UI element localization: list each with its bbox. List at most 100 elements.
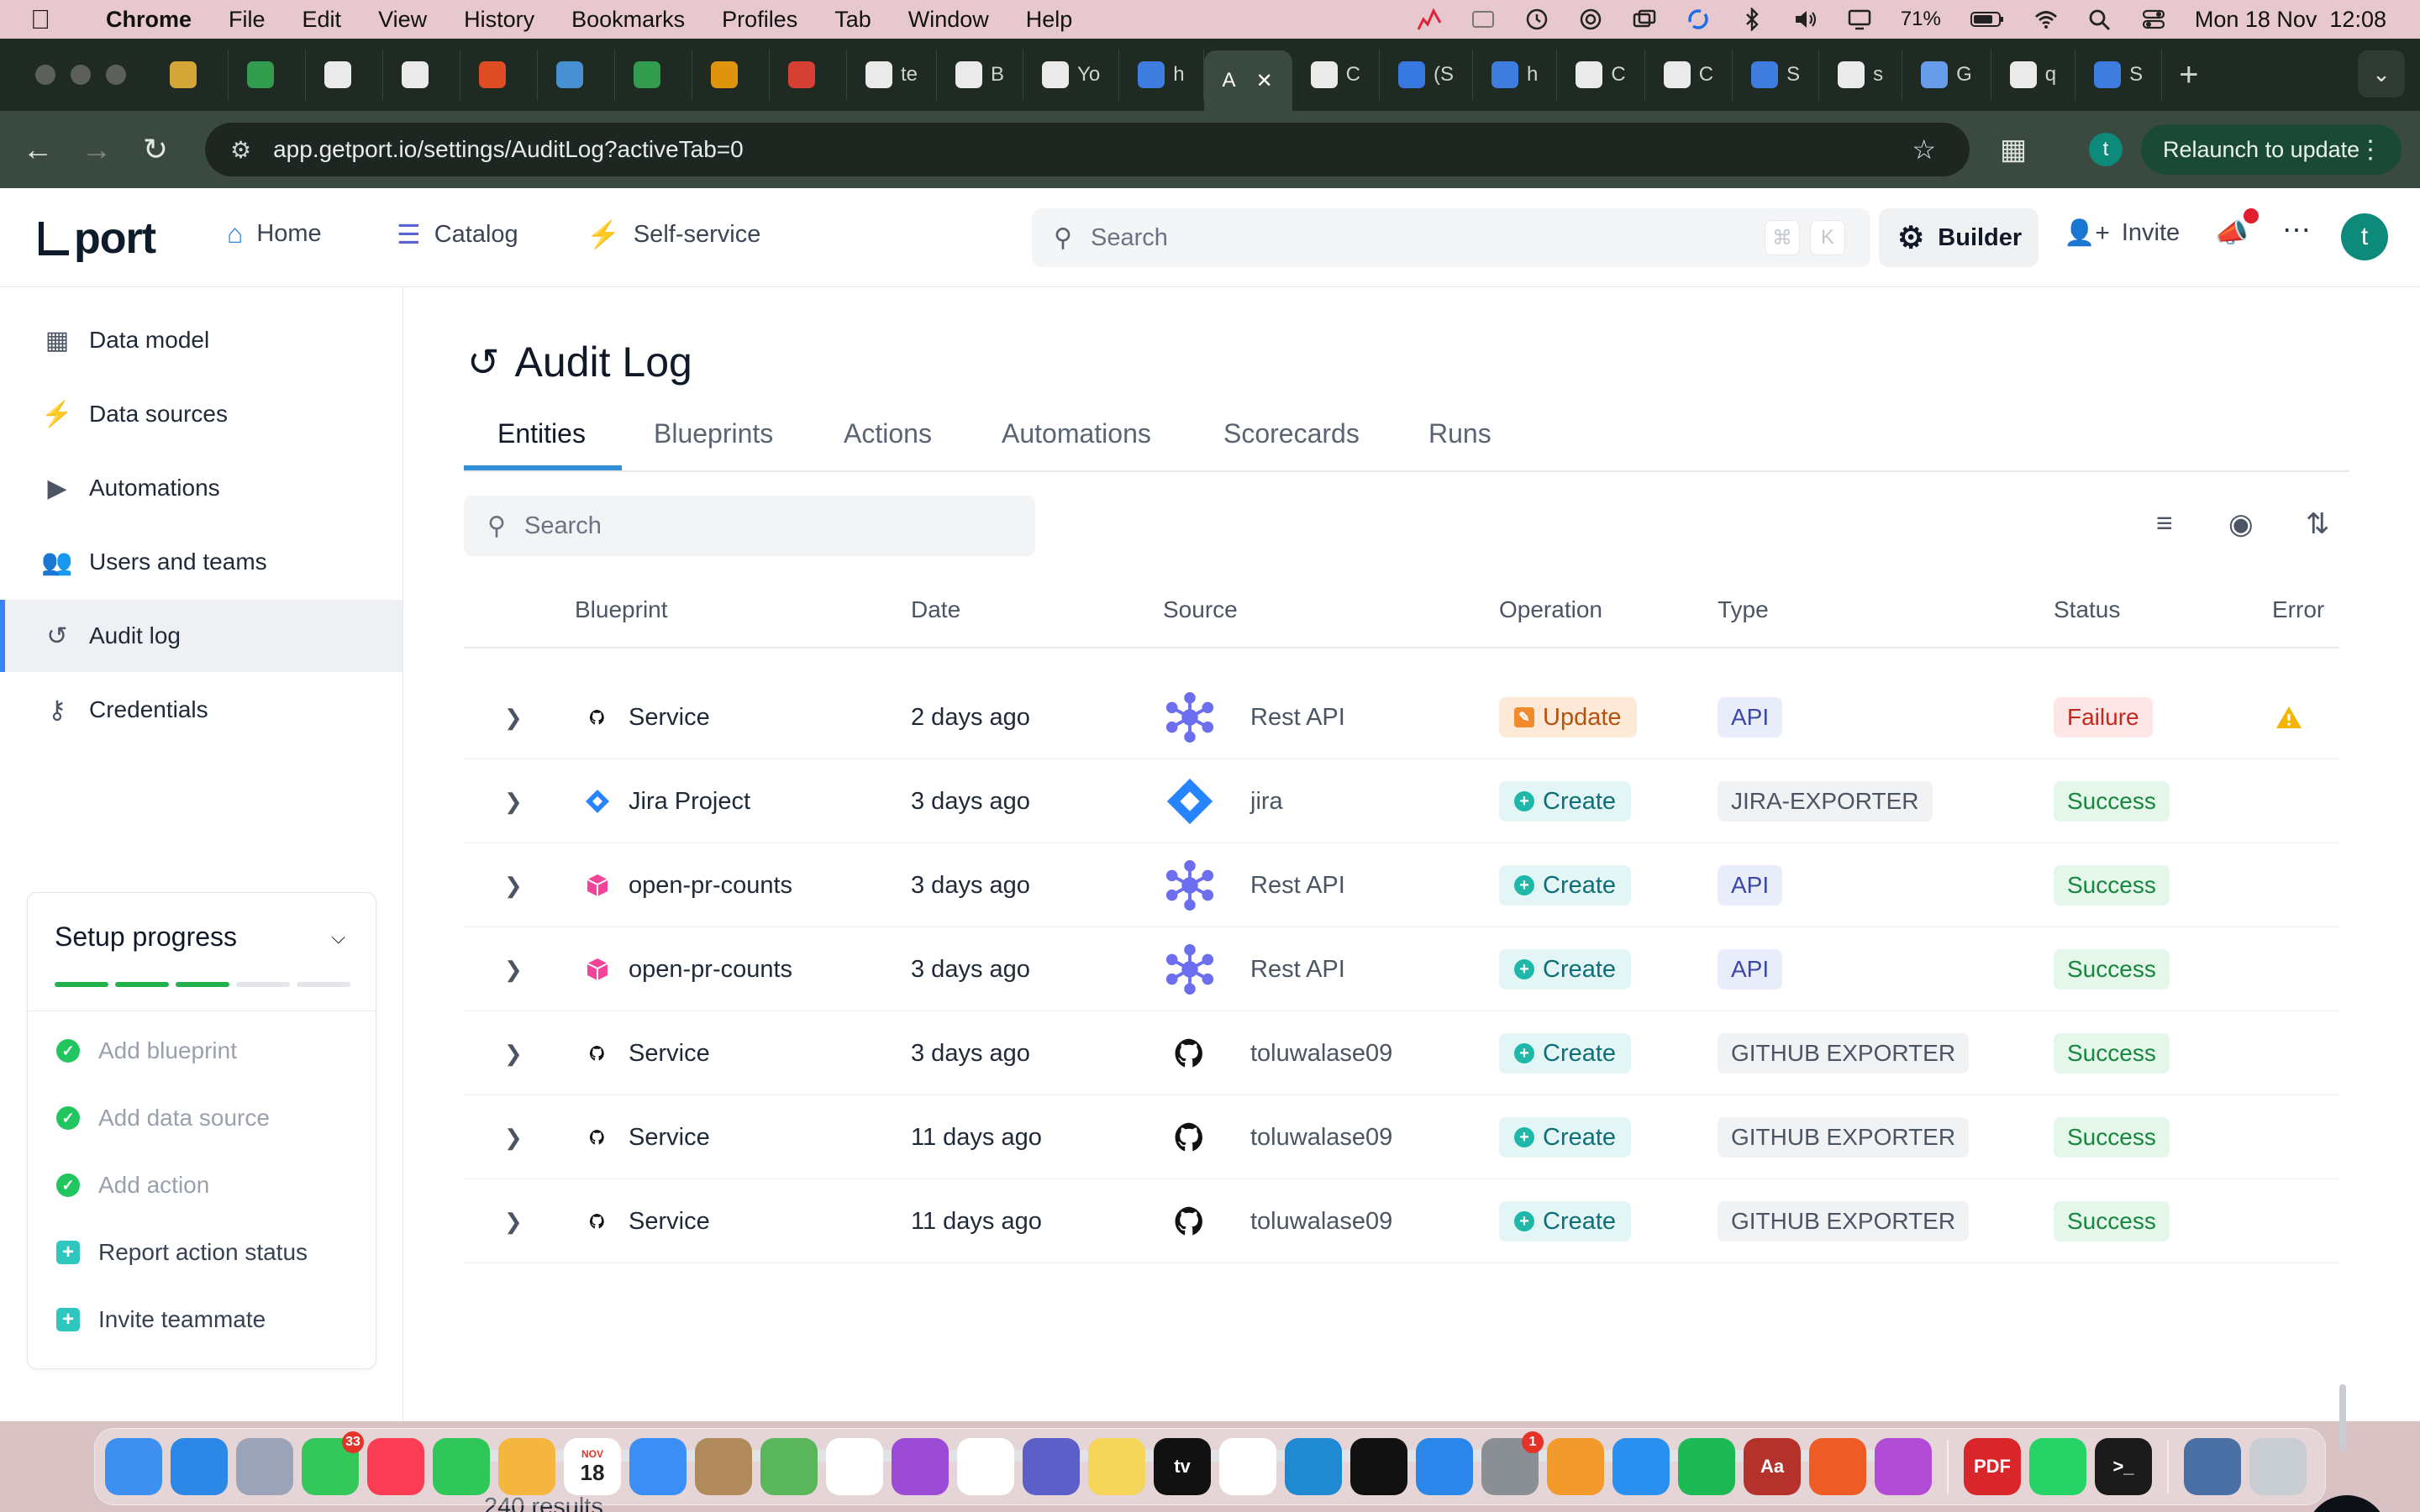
nav-catalog[interactable]: ☰ Catalog — [397, 218, 518, 250]
browser-tab[interactable]: B — [937, 50, 1024, 100]
table-row[interactable]: ❯ Jira Project 3 days ago jira + Create JIRA-E… — [464, 759, 2339, 843]
trash-icon[interactable] — [2249, 1438, 2307, 1495]
warning-icon[interactable] — [2274, 704, 2304, 731]
chevron-down-icon[interactable]: ⌵ — [331, 927, 345, 948]
back-arrow-icon[interactable]: ← — [8, 132, 67, 167]
table-row[interactable]: ❯ open-pr-counts 3 days ago Rest API + Create… — [464, 843, 2339, 927]
global-search[interactable]: ⚲ Search ⌘ K — [1032, 208, 1870, 267]
sidebar-item-users-and-teams[interactable]: 👥 Users and teams — [0, 526, 402, 598]
column-source[interactable]: Source — [1163, 596, 1238, 623]
vertical-scrollbar[interactable] — [2339, 1384, 2346, 1452]
browser-tab[interactable] — [229, 50, 306, 100]
pages-icon[interactable] — [1547, 1438, 1604, 1495]
setup-step[interactable]: + Invite teammate — [56, 1306, 266, 1333]
facetime-icon[interactable] — [433, 1438, 490, 1495]
battery-icon[interactable] — [1970, 8, 2005, 31]
browser-tab[interactable] — [151, 50, 229, 100]
display-icon[interactable] — [1847, 8, 1872, 31]
window-icon[interactable] — [1470, 8, 1496, 31]
column-status[interactable]: Status — [2054, 596, 2120, 623]
github-desktop-icon[interactable] — [1350, 1438, 1407, 1495]
slack-icon[interactable] — [1219, 1438, 1276, 1495]
address-url[interactable]: app.getport.io/settings/AuditLog?activeT… — [273, 136, 744, 163]
menu-bookmarks[interactable]: Bookmarks — [571, 7, 685, 33]
window-minimize-button[interactable] — [71, 65, 91, 85]
bluetooth-icon[interactable] — [1739, 8, 1765, 31]
sync-icon[interactable] — [1686, 8, 1711, 31]
browser-tab[interactable]: te — [847, 50, 938, 100]
relaunch-to-update-button[interactable]: Relaunch to update ⋮ — [2141, 124, 2402, 175]
appletv-icon[interactable]: tv — [1154, 1438, 1211, 1495]
sidebar-item-data-sources[interactable]: ⚡ Data sources — [0, 378, 402, 450]
hide-columns-icon[interactable]: ◉ — [2228, 507, 2254, 541]
system-settings-icon[interactable]: 1 — [1481, 1431, 1544, 1495]
invite-button[interactable]: 👤+ Invite — [2064, 218, 2180, 248]
browser-tab[interactable] — [615, 50, 692, 100]
menu-window[interactable]: Window — [908, 7, 989, 33]
chevron-right-icon[interactable]: ❯ — [504, 1209, 523, 1235]
postman-icon[interactable] — [1809, 1438, 1866, 1495]
sidebar-item-data-model[interactable]: ▦ Data model — [0, 304, 402, 376]
setup-step[interactable]: ✓ Add action — [56, 1172, 209, 1199]
new-tab-button[interactable]: + — [2179, 56, 2198, 94]
column-blueprint[interactable]: Blueprint — [575, 596, 668, 623]
menu-view[interactable]: View — [378, 7, 427, 33]
tab-blueprints[interactable]: Blueprints — [654, 418, 773, 470]
browser-tab[interactable] — [770, 50, 847, 100]
mail-icon[interactable] — [629, 1438, 687, 1495]
airdrop-icon[interactable] — [1578, 8, 1603, 31]
table-row[interactable]: ❯ Service 11 days ago toluwalase09 + Create GI… — [464, 1095, 2339, 1179]
browser-tab[interactable] — [460, 50, 538, 100]
pdf-icon[interactable]: PDF — [1964, 1438, 2021, 1495]
menubar-clock[interactable]: Mon 18 Nov 12:08 — [2195, 7, 2386, 33]
browser-tab[interactable] — [538, 50, 615, 100]
menu-app-name[interactable]: Chrome — [106, 7, 192, 33]
chevron-right-icon[interactable]: ❯ — [504, 705, 523, 731]
close-tab-icon[interactable]: ✕ — [1256, 69, 1273, 93]
launchpad-icon[interactable] — [236, 1438, 293, 1495]
chevron-right-icon[interactable]: ❯ — [504, 873, 523, 899]
chevron-right-icon[interactable]: ❯ — [504, 789, 523, 815]
stats-icon[interactable] — [1417, 8, 1442, 31]
whatsapp-icon[interactable] — [2029, 1438, 2086, 1495]
table-row[interactable]: ❯ Service 11 days ago toluwalase09 + Create GI… — [464, 1179, 2339, 1263]
menu-profiles[interactable]: Profiles — [722, 7, 797, 33]
table-row[interactable]: ❯ Service 2 days ago Rest API ✎ Update API Fail… — [464, 675, 2339, 759]
nav-self-service[interactable]: ⚡ Self-service — [587, 218, 760, 250]
sidebar-item-credentials[interactable]: ⚷ Credentials — [0, 674, 402, 746]
reminders-icon[interactable] — [826, 1438, 883, 1495]
appstore-icon[interactable] — [1612, 1438, 1670, 1495]
calendar-icon[interactable]: NOV 18 — [564, 1438, 621, 1495]
extensions-puzzle-icon[interactable]: ▦ — [2000, 133, 2027, 166]
column-error[interactable]: Error — [2272, 596, 2324, 623]
window-zoom-button[interactable] — [106, 65, 126, 85]
teams-icon[interactable] — [1023, 1438, 1080, 1495]
time-machine-icon[interactable] — [1524, 8, 1549, 31]
browser-tab[interactable]: S — [1733, 50, 1820, 100]
port-logo[interactable]: port — [39, 213, 156, 264]
tab-runs[interactable]: Runs — [1428, 418, 1491, 470]
forward-arrow-icon[interactable]: → — [67, 132, 126, 167]
tab-search-chevron-icon[interactable]: ⌄ — [2358, 50, 2405, 97]
tab-actions[interactable]: Actions — [844, 418, 932, 470]
browser-tab[interactable]: h — [1473, 50, 1558, 100]
browser-tab[interactable]: h — [1119, 50, 1204, 100]
terminal-icon[interactable]: >_ — [2095, 1438, 2152, 1495]
browser-tab[interactable] — [383, 50, 460, 100]
setup-step[interactable]: ✓ Add data source — [56, 1105, 270, 1131]
more-options-icon[interactable]: ⋯ — [2282, 213, 2311, 247]
spotify-icon[interactable] — [1678, 1438, 1735, 1495]
chevron-right-icon[interactable]: ❯ — [504, 1041, 523, 1067]
apple-icon[interactable]:  — [30, 4, 69, 35]
nav-home[interactable]: ⌂ Home — [227, 218, 322, 249]
notes-icon[interactable] — [1088, 1438, 1145, 1495]
profile-avatar[interactable]: t — [2089, 133, 2123, 166]
maps-icon[interactable] — [760, 1438, 818, 1495]
column-type[interactable]: Type — [1718, 596, 1769, 623]
browser-tab[interactable]: s — [1819, 50, 1903, 100]
dictionary-icon[interactable]: Aa — [1744, 1438, 1801, 1495]
table-search-input[interactable]: ⚲ Search — [464, 496, 1035, 556]
browser-tab[interactable] — [692, 50, 770, 100]
menu-edit[interactable]: Edit — [302, 7, 342, 33]
browser-tab[interactable]: C — [1645, 50, 1733, 100]
